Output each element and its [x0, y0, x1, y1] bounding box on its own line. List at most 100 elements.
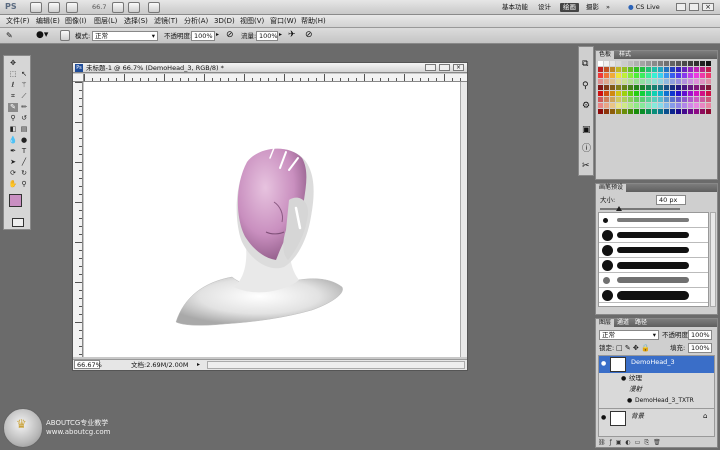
color-swatch[interactable]	[598, 103, 603, 108]
doc-close-button[interactable]: ×	[453, 64, 464, 71]
color-swatch[interactable]	[598, 73, 603, 78]
eye-icon[interactable]: ●	[601, 360, 606, 368]
brush-preset-item[interactable]	[599, 258, 708, 273]
color-swatch[interactable]	[646, 73, 651, 78]
layer-row-texture-file[interactable]: ● DemoHead_3_TXTR	[599, 395, 714, 406]
color-swatch[interactable]	[670, 85, 675, 90]
color-swatch[interactable]	[628, 85, 633, 90]
blur-tool-icon[interactable]: 💧	[8, 136, 18, 145]
color-swatch[interactable]	[610, 103, 615, 108]
color-swatch[interactable]	[646, 109, 651, 114]
color-swatch[interactable]	[646, 85, 651, 90]
color-swatch[interactable]	[676, 97, 681, 102]
menu-view[interactable]: 视图(V)	[240, 16, 264, 27]
color-swatch[interactable]	[598, 85, 603, 90]
horizontal-scrollbar[interactable]	[207, 361, 465, 369]
workspace-photography[interactable]: 摄影	[586, 3, 599, 12]
color-swatch[interactable]	[646, 61, 651, 66]
eyedropper-tool-icon[interactable]: ⟋	[19, 92, 29, 101]
pen-pressure-size-icon[interactable]: ⊘	[305, 30, 313, 40]
menu-filter[interactable]: 滤镜(T)	[154, 16, 178, 27]
color-swatch[interactable]	[610, 73, 615, 78]
color-swatch[interactable]	[640, 73, 645, 78]
eye-icon[interactable]: ●	[627, 395, 632, 406]
adjustment-layer-icon[interactable]: ◐	[625, 439, 634, 446]
color-swatch[interactable]	[706, 61, 711, 66]
view-extras-icon[interactable]	[66, 2, 78, 13]
tab-styles[interactable]: 样式	[616, 51, 634, 59]
color-swatch[interactable]	[688, 67, 693, 72]
color-swatch[interactable]	[598, 67, 603, 72]
color-swatch[interactable]	[676, 85, 681, 90]
tab-brush-presets[interactable]: 画笔预设	[596, 184, 627, 192]
color-swatch[interactable]	[652, 79, 657, 84]
color-swatch[interactable]	[652, 61, 657, 66]
color-swatch[interactable]	[634, 85, 639, 90]
color-swatch[interactable]	[604, 97, 609, 102]
brush-list-scrollbar[interactable]	[710, 212, 716, 307]
color-swatch[interactable]	[682, 61, 687, 66]
airbrush-icon[interactable]: ✈	[288, 30, 296, 40]
brush-preset-item[interactable]	[599, 243, 708, 258]
type-tool-icon[interactable]: T	[19, 147, 29, 156]
color-swatch[interactable]	[622, 73, 627, 78]
tab-layers[interactable]: 图层	[596, 319, 615, 327]
history-icon[interactable]: ⧉	[582, 59, 588, 69]
color-swatch[interactable]	[658, 79, 663, 84]
stamp-tool-icon[interactable]: ⚲	[8, 114, 18, 123]
fill-input[interactable]: 100%	[688, 343, 712, 353]
color-swatch[interactable]	[706, 85, 711, 90]
color-swatch[interactable]	[700, 61, 705, 66]
color-swatch[interactable]	[658, 85, 663, 90]
color-swatch[interactable]	[688, 109, 693, 114]
layer-row-diffuse[interactable]: 漫射	[599, 384, 714, 395]
color-swatch[interactable]	[670, 79, 675, 84]
color-swatch[interactable]	[652, 103, 657, 108]
3d-rotate-icon[interactable]: ⟳	[8, 169, 18, 178]
color-swatch[interactable]	[670, 109, 675, 114]
color-swatch[interactable]	[628, 79, 633, 84]
color-swatch[interactable]	[610, 79, 615, 84]
color-swatch[interactable]	[676, 91, 681, 96]
pen-pressure-opacity-icon[interactable]: ⊘	[226, 30, 234, 40]
color-swatch[interactable]	[604, 73, 609, 78]
eraser-tool-icon[interactable]: ◧	[8, 125, 18, 134]
color-swatch[interactable]	[628, 97, 633, 102]
vertical-ruler[interactable]	[73, 82, 83, 357]
marquee-tool-icon[interactable]: ⬚	[8, 70, 18, 79]
color-swatch[interactable]	[676, 79, 681, 84]
color-swatch[interactable]	[622, 97, 627, 102]
color-swatch[interactable]	[682, 97, 687, 102]
color-swatch[interactable]	[604, 109, 609, 114]
color-swatch[interactable]	[694, 109, 699, 114]
color-swatch[interactable]	[688, 91, 693, 96]
actions-icon[interactable]: ⚲	[582, 81, 589, 91]
layer-row-background[interactable]: ● 背景 ⌂	[599, 410, 714, 427]
color-swatch[interactable]	[652, 73, 657, 78]
3d-head-model[interactable]	[84, 82, 460, 357]
color-swatch[interactable]	[670, 103, 675, 108]
color-swatch[interactable]	[616, 73, 621, 78]
tab-channels[interactable]: 通道	[614, 319, 632, 327]
color-swatch[interactable]	[640, 109, 645, 114]
color-swatch[interactable]	[688, 73, 693, 78]
color-swatch[interactable]	[700, 103, 705, 108]
minimize-button[interactable]	[676, 3, 686, 11]
menu-image[interactable]: 图像(I)	[65, 16, 87, 27]
color-swatch[interactable]	[640, 85, 645, 90]
layer-row-textures[interactable]: ● 纹理	[599, 373, 714, 384]
menu-3d[interactable]: 3D(D)	[214, 16, 235, 27]
color-swatch[interactable]	[646, 103, 651, 108]
brush-tool-icon[interactable]: ✎	[6, 31, 13, 40]
color-swatch[interactable]	[706, 67, 711, 72]
layer-row-demohead[interactable]: ● DemoHead_3	[599, 356, 714, 373]
dodge-tool-icon[interactable]: ●	[19, 136, 29, 145]
add-mask-icon[interactable]: ▣	[616, 439, 626, 446]
color-swatch[interactable]	[634, 73, 639, 78]
vertical-scrollbar[interactable]	[460, 82, 467, 357]
canvas[interactable]	[84, 82, 460, 357]
zoom-tool-icon[interactable]	[128, 2, 140, 13]
color-swatch[interactable]	[694, 97, 699, 102]
zoom-field[interactable]: 66.67%	[74, 360, 102, 369]
color-swatch[interactable]	[640, 103, 645, 108]
